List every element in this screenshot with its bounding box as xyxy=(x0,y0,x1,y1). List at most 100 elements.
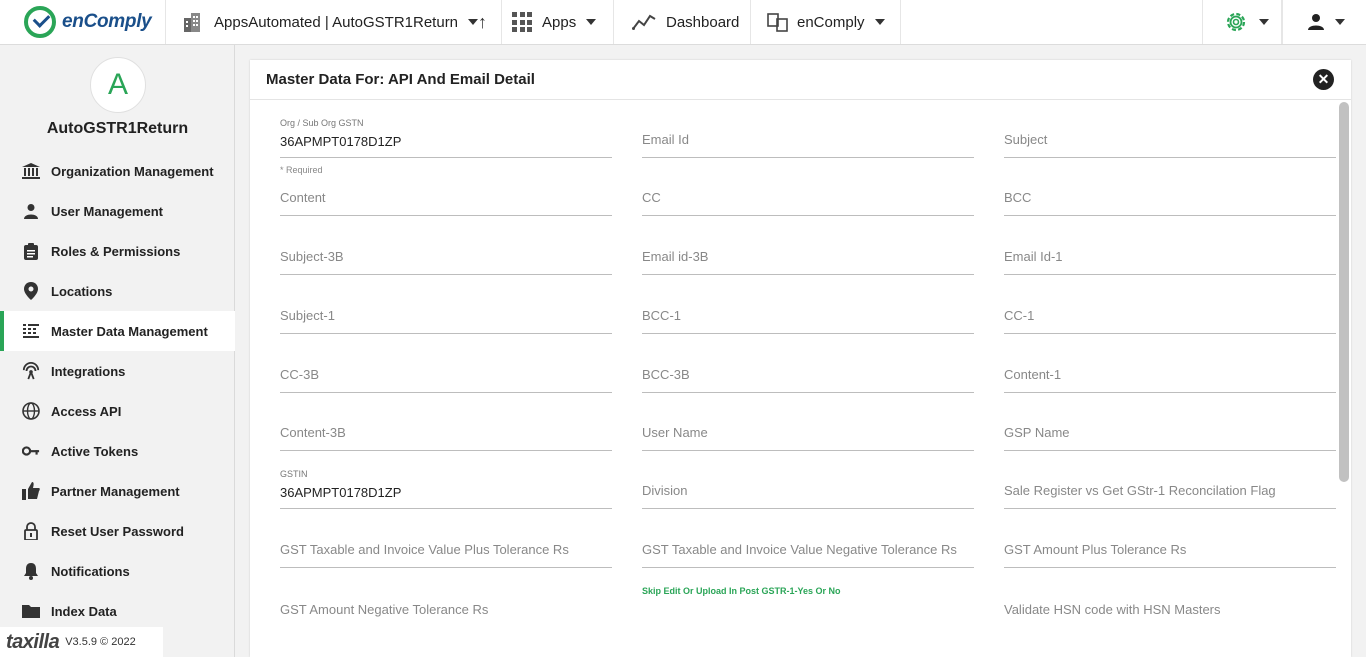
sidebar-item-active-tokens[interactable]: Active Tokens xyxy=(0,431,235,471)
field-placeholder: CC-1 xyxy=(1004,308,1035,323)
subject-1-field[interactable]: Subject-1 xyxy=(280,294,612,334)
thumbs-up-icon xyxy=(22,482,40,500)
field-value: 36APMPT0178D1ZP xyxy=(280,485,402,500)
bcc-3b-field[interactable]: BCC-3B xyxy=(642,353,974,393)
sidebar-item-label: Partner Management xyxy=(51,483,180,499)
taxilla-logo: taxilla xyxy=(6,630,60,653)
dashboard-button[interactable]: Dashboard xyxy=(614,0,751,44)
validate-hsn-field[interactable]: Validate HSN code with HSN Masters xyxy=(1004,587,1336,627)
org-selector[interactable]: AppsAutomated | AutoGSTR1Return xyxy=(166,0,502,44)
bcc-field[interactable]: BCC xyxy=(1004,176,1336,216)
subject-3b-field[interactable]: Subject-3B xyxy=(280,235,612,275)
field-placeholder: Subject xyxy=(1004,132,1048,147)
apps-menu-button[interactable]: Apps xyxy=(502,0,614,44)
field-placeholder: Content-3B xyxy=(280,425,346,440)
switch-app-icon xyxy=(767,13,788,32)
brand-logo[interactable]: enComply xyxy=(0,0,166,44)
chevron-down-icon xyxy=(468,19,479,25)
field-placeholder: Content xyxy=(280,190,326,205)
panel-title: Master Data For: API And Email Detail xyxy=(250,60,1351,100)
sidebar-item-label: Locations xyxy=(51,283,113,299)
chevron-down-icon xyxy=(1259,19,1269,25)
user-menu-button[interactable] xyxy=(1282,0,1366,44)
sidebar-item-label: Notifications xyxy=(51,563,130,579)
trend-chart-icon xyxy=(632,14,656,30)
product-label: enComply xyxy=(797,13,865,31)
sidebar-item-user-management[interactable]: User Management xyxy=(0,191,235,231)
gst-amount-negative-tolerance-field[interactable]: GST Amount Negative Tolerance Rs xyxy=(280,587,612,627)
gsp-name-field[interactable]: GSP Name xyxy=(1004,411,1336,451)
key-icon xyxy=(22,442,40,460)
close-icon[interactable]: ✕ xyxy=(1313,69,1334,90)
field-placeholder: User Name xyxy=(642,425,708,440)
email-id-3b-field[interactable]: Email id-3B xyxy=(642,235,974,275)
field-placeholder: CC xyxy=(642,190,661,205)
sidebar-item-locations[interactable]: Locations xyxy=(0,271,235,311)
globe-icon xyxy=(22,402,40,420)
sidebar-item-integrations[interactable]: Integrations xyxy=(0,351,235,391)
content-3b-field[interactable]: Content-3B xyxy=(280,411,612,451)
sidebar-item-label: Roles & Permissions xyxy=(51,243,181,259)
sidebar-item-label: Index Data xyxy=(51,603,117,619)
field-placeholder: CC-3B xyxy=(280,367,320,382)
arrow-up-icon[interactable]: ↑ xyxy=(478,12,487,33)
sidebar-item-partner-management[interactable]: Partner Management xyxy=(0,471,235,511)
sidebar-item-label: Integrations xyxy=(51,363,126,379)
settings-button[interactable] xyxy=(1202,0,1282,44)
field-placeholder: GST Amount Negative Tolerance Rs xyxy=(280,602,489,617)
field-placeholder: Division xyxy=(642,483,688,498)
gear-icon xyxy=(1226,12,1246,32)
field-placeholder: Content-1 xyxy=(1004,367,1062,382)
field-placeholder: Email id-3B xyxy=(642,249,709,264)
user-name-field[interactable]: User Name xyxy=(642,411,974,451)
sidebar-item-label: Reset User Password xyxy=(51,523,184,539)
subject-field[interactable]: Subject xyxy=(1004,118,1336,158)
field-value: 36APMPT0178D1ZP xyxy=(280,134,402,149)
email-id-field[interactable]: Email Id xyxy=(642,118,974,158)
sidebar-item-notifications[interactable]: Notifications xyxy=(0,551,235,591)
lock-icon xyxy=(22,522,40,540)
cc-1-field[interactable]: CC-1 xyxy=(1004,294,1336,334)
sidebar-menu: Organization Management User Management … xyxy=(0,151,235,631)
table-list-icon xyxy=(22,322,40,340)
sidebar-item-index-data[interactable]: Index Data xyxy=(0,591,235,631)
gstin-field[interactable]: GSTIN 36APMPT0178D1ZP xyxy=(280,469,612,509)
apps-grid-icon xyxy=(512,12,532,32)
org-gstn-field[interactable]: Org / Sub Org GSTN 36APMPT0178D1ZP xyxy=(280,118,612,158)
location-pin-icon xyxy=(22,282,40,300)
content-field[interactable]: Content xyxy=(280,176,612,216)
field-placeholder: Subject-3B xyxy=(280,249,344,264)
sidebar-item-master-data-management[interactable]: Master Data Management xyxy=(0,311,235,351)
bcc-1-field[interactable]: BCC-1 xyxy=(642,294,974,334)
field-placeholder: Validate HSN code with HSN Masters xyxy=(1004,602,1221,617)
field-placeholder: Email Id xyxy=(642,132,689,147)
sale-register-flag-field[interactable]: Sale Register vs Get GStr-1 Reconcilatio… xyxy=(1004,469,1336,509)
version-label: V3.5.9 © 2022 xyxy=(65,636,136,648)
footer-brand: taxilla V3.5.9 © 2022 xyxy=(0,627,163,657)
field-placeholder: GSP Name xyxy=(1004,425,1070,440)
field-placeholder: GST Taxable and Invoice Value Plus Toler… xyxy=(280,542,569,557)
sidebar-item-label: Master Data Management xyxy=(51,323,208,339)
gst-taxable-negative-tolerance-field[interactable]: GST Taxable and Invoice Value Negative T… xyxy=(642,528,974,568)
sidebar-item-reset-user-password[interactable]: Reset User Password xyxy=(0,511,235,551)
sidebar-item-roles-permissions[interactable]: Roles & Permissions xyxy=(0,231,235,271)
scrollbar[interactable] xyxy=(1339,102,1349,482)
cc-field[interactable]: CC xyxy=(642,176,974,216)
chevron-down-icon xyxy=(874,19,885,25)
gst-amount-plus-tolerance-field[interactable]: GST Amount Plus Tolerance Rs xyxy=(1004,528,1336,568)
email-id-1-field[interactable]: Email Id-1 xyxy=(1004,235,1336,275)
sidebar-item-label: Organization Management xyxy=(51,163,214,179)
division-field[interactable]: Division xyxy=(642,469,974,509)
sidebar-item-label: Active Tokens xyxy=(51,443,139,459)
product-switcher[interactable]: enComply xyxy=(751,0,901,44)
gst-taxable-plus-tolerance-field[interactable]: GST Taxable and Invoice Value Plus Toler… xyxy=(280,528,612,568)
cc-3b-field[interactable]: CC-3B xyxy=(280,353,612,393)
folder-icon xyxy=(22,602,40,620)
sidebar-item-access-api[interactable]: Access API xyxy=(0,391,235,431)
sidebar-item-label: User Management xyxy=(51,203,163,219)
sidebar-item-organization-management[interactable]: Organization Management xyxy=(0,151,235,191)
content-1-field[interactable]: Content-1 xyxy=(1004,353,1336,393)
bell-icon xyxy=(22,562,40,580)
encomply-logo-icon xyxy=(24,6,56,38)
sidebar-item-label: Access API xyxy=(51,403,122,419)
